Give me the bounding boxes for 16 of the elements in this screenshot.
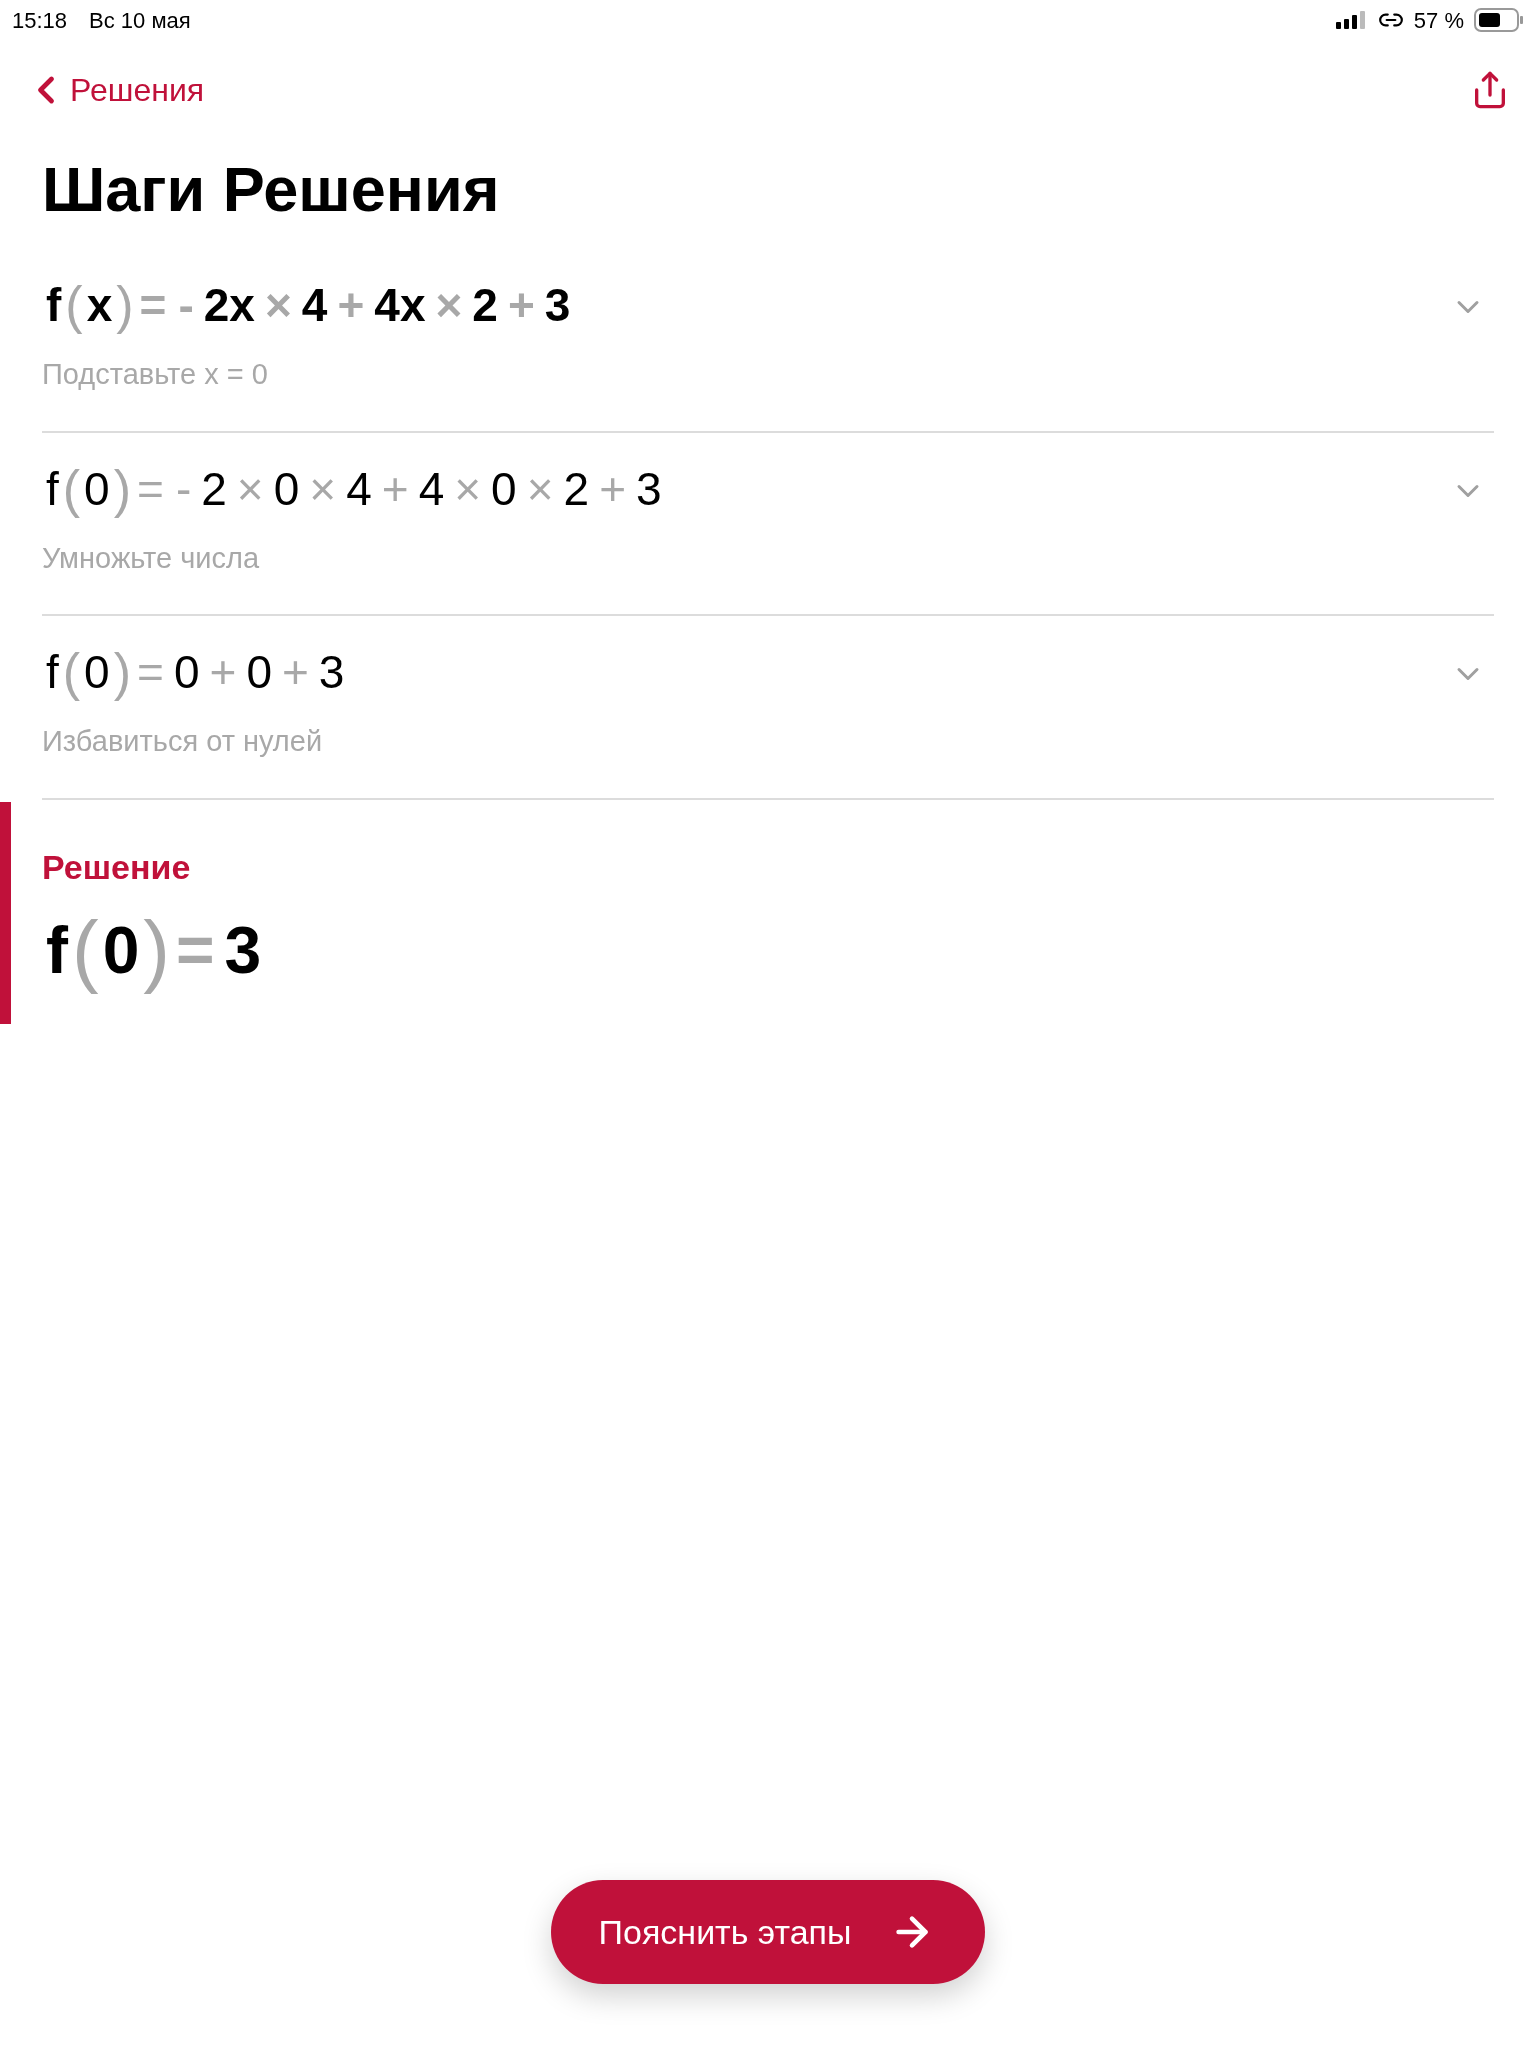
explain-steps-button[interactable]: Пояснить этапы xyxy=(550,1880,986,1984)
step-note: Подставьте x = 0 xyxy=(42,357,268,392)
signal-icon xyxy=(1335,11,1368,29)
page-title: Шаги Решения xyxy=(42,158,500,221)
back-button[interactable]: Решения xyxy=(24,66,205,114)
battery-icon xyxy=(1474,8,1524,32)
step-note: Избавиться от нулей xyxy=(42,724,323,759)
battery-percent: 57 % xyxy=(1413,6,1464,35)
step-formula: f(x)= - 2x × 4 + 4x × 2 + 3 xyxy=(45,275,572,336)
step-formula: f(0)= - 2 × 0 × 4 + 4 × 0 × 2 + 3 xyxy=(45,458,663,520)
step-note: Умножьте числа xyxy=(42,540,260,576)
status-time: 15:18 xyxy=(12,6,68,35)
solution-heading: Решение xyxy=(42,846,191,888)
solution-formula: f(0)=3 xyxy=(45,904,263,995)
step-formula: f(0)= 0 + 0 + 3 xyxy=(45,642,346,703)
status-date: Вс 10 мая xyxy=(89,6,191,35)
